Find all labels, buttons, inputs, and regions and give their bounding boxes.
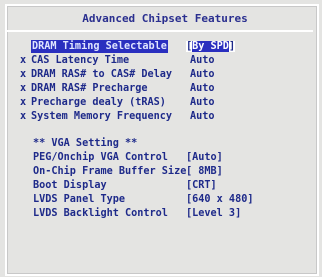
disabled-marker: x (20, 69, 27, 80)
disabled-marker: x (20, 55, 27, 66)
vga-row-boot-display[interactable]: Boot Display [CRT] (0, 179, 322, 192)
vga-row-peg-control[interactable]: PEG/Onchip VGA Control [Auto] (0, 151, 322, 164)
vga-label-boot-display[interactable]: Boot Display (33, 179, 107, 192)
vga-label-lvds-panel[interactable]: LVDS Panel Type (33, 193, 125, 206)
vga-label-peg-control[interactable]: PEG/Onchip VGA Control (33, 151, 168, 164)
vga-value-lvds-backlight[interactable]: [Level 3] (186, 207, 241, 220)
title-bar: Advanced Chipset Features (7, 6, 313, 32)
vga-value-peg-control[interactable]: [Auto] (186, 151, 223, 164)
setting-row-memory-frequency[interactable]: x System Memory Frequency Auto (0, 110, 322, 123)
vga-row-lvds-backlight[interactable]: LVDS Backlight Control [Level 3] (0, 207, 322, 220)
setting-row-dram-timing[interactable]: DRAM Timing Selectable [By SPD] (0, 40, 322, 53)
vga-value-lvds-panel[interactable]: [640 x 480] (186, 193, 253, 206)
vga-value-boot-display[interactable]: [CRT] (186, 179, 217, 192)
vga-label-lvds-backlight[interactable]: LVDS Backlight Control (33, 207, 168, 220)
setting-value-precharge-delay[interactable]: Auto (190, 96, 215, 109)
setting-label-ras-to-cas[interactable]: DRAM RAS# to CAS# Delay (31, 68, 172, 81)
setting-value-cas-latency[interactable]: Auto (190, 54, 215, 67)
setting-row-cas-latency[interactable]: x CAS Latency Time Auto (0, 54, 322, 67)
setting-label-memory-frequency[interactable]: System Memory Frequency (31, 110, 172, 123)
vga-label-frame-buffer[interactable]: On-Chip Frame Buffer Size (33, 165, 186, 178)
setting-row-ras-to-cas[interactable]: x DRAM RAS# to CAS# Delay Auto (0, 68, 322, 81)
setting-label-precharge-delay[interactable]: Precharge dealy (tRAS) (31, 96, 166, 109)
disabled-marker: x (20, 97, 27, 108)
bios-screen: Advanced Chipset Features DRAM Timing Se… (0, 0, 322, 277)
setting-label-dram-timing[interactable]: DRAM Timing Selectable (31, 40, 168, 53)
vga-row-frame-buffer[interactable]: On-Chip Frame Buffer Size [ 8MB] (0, 165, 322, 178)
setting-label-cas-latency[interactable]: CAS Latency Time (31, 54, 129, 67)
setting-value-ras-precharge[interactable]: Auto (190, 82, 215, 95)
vga-section-title: ** VGA Setting ** (33, 138, 138, 149)
vga-section-header: ** VGA Setting ** (0, 137, 322, 150)
disabled-marker: x (20, 83, 27, 94)
vga-row-lvds-panel[interactable]: LVDS Panel Type [640 x 480] (0, 193, 322, 206)
setting-label-ras-precharge[interactable]: DRAM RAS# Precharge (31, 82, 148, 95)
setting-row-precharge-delay[interactable]: x Precharge dealy (tRAS) Auto (0, 96, 322, 109)
page-title: Advanced Chipset Features (82, 11, 248, 25)
setting-value-memory-frequency[interactable]: Auto (190, 110, 215, 123)
setting-row-ras-precharge[interactable]: x DRAM RAS# Precharge Auto (0, 82, 322, 95)
selected-value[interactable]: By SPD (192, 41, 229, 52)
setting-value-dram-timing[interactable]: [By SPD] (186, 40, 236, 53)
setting-value-ras-to-cas[interactable]: Auto (190, 68, 215, 81)
disabled-marker: x (20, 111, 27, 122)
vga-value-frame-buffer[interactable]: [ 8MB] (186, 165, 223, 178)
